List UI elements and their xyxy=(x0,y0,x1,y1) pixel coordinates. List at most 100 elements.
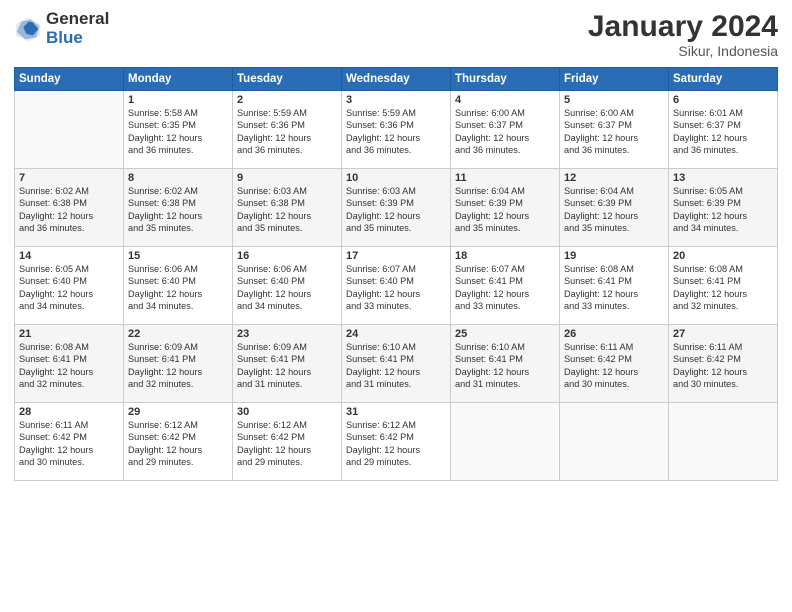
day-number: 4 xyxy=(455,94,555,106)
day-number: 21 xyxy=(19,328,119,340)
day-info: Sunrise: 6:08 AM Sunset: 6:41 PM Dayligh… xyxy=(564,263,664,313)
calendar-cell: 3Sunrise: 5:59 AM Sunset: 6:36 PM Daylig… xyxy=(342,91,451,169)
day-info: Sunrise: 6:05 AM Sunset: 6:40 PM Dayligh… xyxy=(19,263,119,313)
day-number: 2 xyxy=(237,94,337,106)
day-info: Sunrise: 6:02 AM Sunset: 6:38 PM Dayligh… xyxy=(128,185,228,235)
day-number: 15 xyxy=(128,250,228,262)
day-info: Sunrise: 6:07 AM Sunset: 6:41 PM Dayligh… xyxy=(455,263,555,313)
calendar-week-1: 7Sunrise: 6:02 AM Sunset: 6:38 PM Daylig… xyxy=(15,169,778,247)
day-number: 23 xyxy=(237,328,337,340)
title-section: January 2024 Sikur, Indonesia xyxy=(588,10,778,59)
calendar-cell: 29Sunrise: 6:12 AM Sunset: 6:42 PM Dayli… xyxy=(124,403,233,481)
logo: General Blue xyxy=(14,10,109,47)
col-friday: Friday xyxy=(560,68,669,91)
header: General Blue January 2024 Sikur, Indones… xyxy=(14,10,778,59)
col-thursday: Thursday xyxy=(451,68,560,91)
day-info: Sunrise: 6:01 AM Sunset: 6:37 PM Dayligh… xyxy=(673,107,773,157)
day-number: 17 xyxy=(346,250,446,262)
day-info: Sunrise: 6:12 AM Sunset: 6:42 PM Dayligh… xyxy=(128,419,228,469)
calendar-cell: 12Sunrise: 6:04 AM Sunset: 6:39 PM Dayli… xyxy=(560,169,669,247)
calendar-cell: 25Sunrise: 6:10 AM Sunset: 6:41 PM Dayli… xyxy=(451,325,560,403)
day-info: Sunrise: 6:03 AM Sunset: 6:38 PM Dayligh… xyxy=(237,185,337,235)
calendar-cell: 16Sunrise: 6:06 AM Sunset: 6:40 PM Dayli… xyxy=(233,247,342,325)
calendar-cell: 15Sunrise: 6:06 AM Sunset: 6:40 PM Dayli… xyxy=(124,247,233,325)
day-info: Sunrise: 6:04 AM Sunset: 6:39 PM Dayligh… xyxy=(455,185,555,235)
day-info: Sunrise: 6:00 AM Sunset: 6:37 PM Dayligh… xyxy=(564,107,664,157)
col-wednesday: Wednesday xyxy=(342,68,451,91)
day-info: Sunrise: 6:06 AM Sunset: 6:40 PM Dayligh… xyxy=(237,263,337,313)
day-number: 10 xyxy=(346,172,446,184)
day-info: Sunrise: 6:03 AM Sunset: 6:39 PM Dayligh… xyxy=(346,185,446,235)
day-info: Sunrise: 6:11 AM Sunset: 6:42 PM Dayligh… xyxy=(19,419,119,469)
calendar-cell: 1Sunrise: 5:58 AM Sunset: 6:35 PM Daylig… xyxy=(124,91,233,169)
day-info: Sunrise: 6:12 AM Sunset: 6:42 PM Dayligh… xyxy=(237,419,337,469)
calendar-cell: 9Sunrise: 6:03 AM Sunset: 6:38 PM Daylig… xyxy=(233,169,342,247)
calendar-cell: 14Sunrise: 6:05 AM Sunset: 6:40 PM Dayli… xyxy=(15,247,124,325)
calendar-cell: 5Sunrise: 6:00 AM Sunset: 6:37 PM Daylig… xyxy=(560,91,669,169)
day-number: 28 xyxy=(19,406,119,418)
calendar-cell xyxy=(560,403,669,481)
day-number: 26 xyxy=(564,328,664,340)
header-row: Sunday Monday Tuesday Wednesday Thursday… xyxy=(15,68,778,91)
calendar-cell: 27Sunrise: 6:11 AM Sunset: 6:42 PM Dayli… xyxy=(669,325,778,403)
logo-general-text: General xyxy=(46,10,109,29)
location: Sikur, Indonesia xyxy=(588,43,778,59)
day-number: 22 xyxy=(128,328,228,340)
calendar-cell: 28Sunrise: 6:11 AM Sunset: 6:42 PM Dayli… xyxy=(15,403,124,481)
day-number: 14 xyxy=(19,250,119,262)
day-number: 19 xyxy=(564,250,664,262)
day-info: Sunrise: 6:02 AM Sunset: 6:38 PM Dayligh… xyxy=(19,185,119,235)
day-number: 7 xyxy=(19,172,119,184)
calendar-cell xyxy=(669,403,778,481)
calendar-table: Sunday Monday Tuesday Wednesday Thursday… xyxy=(14,67,778,481)
calendar-cell: 13Sunrise: 6:05 AM Sunset: 6:39 PM Dayli… xyxy=(669,169,778,247)
calendar-cell: 2Sunrise: 5:59 AM Sunset: 6:36 PM Daylig… xyxy=(233,91,342,169)
calendar-week-4: 28Sunrise: 6:11 AM Sunset: 6:42 PM Dayli… xyxy=(15,403,778,481)
day-number: 20 xyxy=(673,250,773,262)
col-sunday: Sunday xyxy=(15,68,124,91)
day-number: 12 xyxy=(564,172,664,184)
calendar-week-2: 14Sunrise: 6:05 AM Sunset: 6:40 PM Dayli… xyxy=(15,247,778,325)
calendar-cell: 31Sunrise: 6:12 AM Sunset: 6:42 PM Dayli… xyxy=(342,403,451,481)
day-info: Sunrise: 6:00 AM Sunset: 6:37 PM Dayligh… xyxy=(455,107,555,157)
day-number: 13 xyxy=(673,172,773,184)
day-number: 29 xyxy=(128,406,228,418)
day-info: Sunrise: 6:08 AM Sunset: 6:41 PM Dayligh… xyxy=(19,341,119,391)
day-info: Sunrise: 6:04 AM Sunset: 6:39 PM Dayligh… xyxy=(564,185,664,235)
day-number: 3 xyxy=(346,94,446,106)
day-number: 25 xyxy=(455,328,555,340)
day-number: 30 xyxy=(237,406,337,418)
day-number: 11 xyxy=(455,172,555,184)
page: General Blue January 2024 Sikur, Indones… xyxy=(0,0,792,612)
day-info: Sunrise: 6:10 AM Sunset: 6:41 PM Dayligh… xyxy=(455,341,555,391)
calendar-cell: 6Sunrise: 6:01 AM Sunset: 6:37 PM Daylig… xyxy=(669,91,778,169)
day-info: Sunrise: 6:11 AM Sunset: 6:42 PM Dayligh… xyxy=(564,341,664,391)
col-tuesday: Tuesday xyxy=(233,68,342,91)
logo-icon xyxy=(14,15,42,43)
day-number: 18 xyxy=(455,250,555,262)
calendar-cell: 20Sunrise: 6:08 AM Sunset: 6:41 PM Dayli… xyxy=(669,247,778,325)
day-number: 16 xyxy=(237,250,337,262)
calendar-cell: 22Sunrise: 6:09 AM Sunset: 6:41 PM Dayli… xyxy=(124,325,233,403)
day-info: Sunrise: 6:06 AM Sunset: 6:40 PM Dayligh… xyxy=(128,263,228,313)
day-number: 1 xyxy=(128,94,228,106)
day-number: 31 xyxy=(346,406,446,418)
calendar-cell: 8Sunrise: 6:02 AM Sunset: 6:38 PM Daylig… xyxy=(124,169,233,247)
day-info: Sunrise: 6:11 AM Sunset: 6:42 PM Dayligh… xyxy=(673,341,773,391)
calendar-cell xyxy=(15,91,124,169)
calendar-cell: 24Sunrise: 6:10 AM Sunset: 6:41 PM Dayli… xyxy=(342,325,451,403)
day-info: Sunrise: 6:07 AM Sunset: 6:40 PM Dayligh… xyxy=(346,263,446,313)
calendar-cell: 23Sunrise: 6:09 AM Sunset: 6:41 PM Dayli… xyxy=(233,325,342,403)
day-number: 6 xyxy=(673,94,773,106)
calendar-cell: 10Sunrise: 6:03 AM Sunset: 6:39 PM Dayli… xyxy=(342,169,451,247)
day-info: Sunrise: 6:09 AM Sunset: 6:41 PM Dayligh… xyxy=(128,341,228,391)
day-number: 27 xyxy=(673,328,773,340)
month-title: January 2024 xyxy=(588,10,778,43)
calendar-week-3: 21Sunrise: 6:08 AM Sunset: 6:41 PM Dayli… xyxy=(15,325,778,403)
day-info: Sunrise: 6:12 AM Sunset: 6:42 PM Dayligh… xyxy=(346,419,446,469)
calendar-cell xyxy=(451,403,560,481)
logo-blue-text: Blue xyxy=(46,29,109,48)
day-info: Sunrise: 5:59 AM Sunset: 6:36 PM Dayligh… xyxy=(237,107,337,157)
calendar-cell: 21Sunrise: 6:08 AM Sunset: 6:41 PM Dayli… xyxy=(15,325,124,403)
logo-text: General Blue xyxy=(46,10,109,47)
